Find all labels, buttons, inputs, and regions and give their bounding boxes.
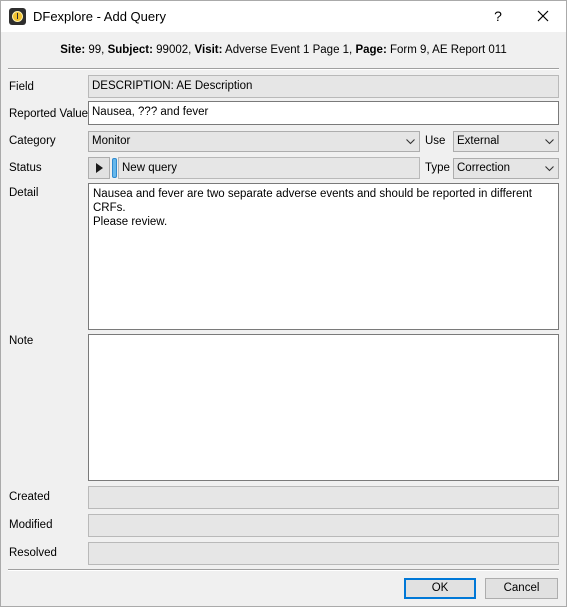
visit-label: Visit: (194, 44, 223, 56)
category-select[interactable]: Monitor (88, 131, 420, 152)
type-select[interactable]: Correction (453, 158, 559, 179)
category-value: Monitor (92, 135, 131, 147)
ok-button[interactable]: OK (404, 578, 476, 599)
subject-value: 99002, (156, 44, 192, 56)
visit-value: Adverse Event 1 Page 1, (225, 44, 353, 56)
use-label: Use (425, 135, 446, 147)
title-bar: DFexplore - Add Query ? (1, 1, 566, 32)
type-label: Type (425, 162, 450, 174)
field-value: DESCRIPTION: AE Description (88, 75, 559, 98)
page-label: Page: (355, 44, 387, 56)
top-divider (8, 68, 559, 70)
status-label: Status (9, 162, 42, 174)
status-value: New query (118, 157, 420, 179)
use-select[interactable]: External (453, 131, 559, 152)
add-query-dialog: DFexplore - Add Query ? Site: 99, Subjec… (0, 0, 567, 607)
note-label: Note (9, 335, 34, 347)
resolved-label: Resolved (9, 547, 57, 559)
detail-label: Detail (9, 187, 39, 199)
note-textarea[interactable] (88, 334, 559, 481)
resolved-value (88, 542, 559, 565)
chevron-down-icon (545, 166, 554, 172)
window-title: DFexplore - Add Query (33, 9, 166, 24)
status-play-button[interactable] (88, 157, 110, 179)
bottom-divider (8, 569, 559, 571)
modified-label: Modified (9, 519, 53, 531)
dfexplore-clock-icon (9, 8, 26, 25)
reported-value-label: Reported Value (9, 108, 89, 120)
created-value (88, 486, 559, 509)
field-label: Field (9, 81, 34, 93)
page-value: Form 9, AE Report 011 (389, 44, 507, 56)
category-label: Category (9, 135, 56, 147)
site-label: Site: (60, 44, 86, 56)
site-value: 99, (88, 44, 105, 56)
modified-value (88, 514, 559, 537)
close-button[interactable] (520, 1, 566, 32)
chevron-down-icon (406, 139, 415, 145)
play-icon (96, 163, 103, 173)
status-color-indicator (112, 158, 117, 178)
help-button[interactable]: ? (475, 1, 521, 32)
type-value: Correction (457, 162, 511, 174)
record-context: Site: 99, Subject: 99002, Visit: Adverse… (1, 44, 566, 56)
close-icon (537, 10, 549, 22)
cancel-button[interactable]: Cancel (485, 578, 558, 599)
created-label: Created (9, 491, 50, 503)
detail-textarea[interactable]: Nausea and fever are two separate advers… (88, 183, 559, 330)
chevron-down-icon (545, 139, 554, 145)
subject-label: Subject: (107, 44, 153, 56)
use-value: External (457, 135, 500, 147)
reported-value-field[interactable]: Nausea, ??? and fever (88, 101, 559, 125)
